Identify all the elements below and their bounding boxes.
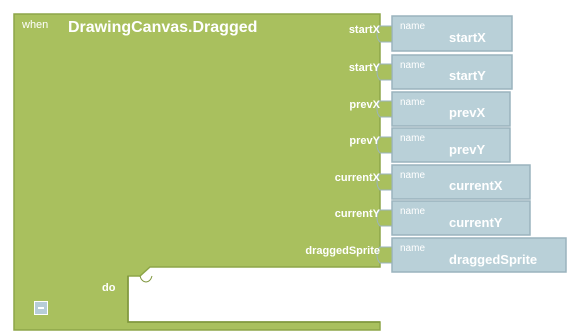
name-word-prevX: name (400, 97, 426, 108)
event-block-drawingcanvas-dragged[interactable]: when DrawingCanvas.Dragged startX startY… (0, 0, 570, 332)
name-value-prevX[interactable]: prevX (449, 106, 485, 119)
param-block-startX[interactable] (376, 15, 513, 52)
param-block-startY[interactable] (376, 54, 513, 90)
event-block-body (13, 13, 381, 331)
name-value-startY[interactable]: startY (449, 69, 486, 82)
name-word-startX: name (400, 21, 426, 32)
when-keyword: when (22, 19, 49, 31)
do-slot-notch (139, 275, 153, 283)
name-value-currentY[interactable]: currentY (449, 216, 502, 229)
param-label-draggedSprite: draggedSprite (305, 245, 380, 257)
name-word-currentX: name (400, 170, 426, 181)
param-label-startY: startY (348, 62, 380, 74)
do-slot[interactable] (127, 276, 380, 323)
name-word-draggedSprite: name (400, 243, 426, 254)
name-value-draggedSprite[interactable]: draggedSprite (449, 253, 537, 266)
param-label-startX: startX (348, 24, 380, 36)
param-label-prevX: prevX (349, 99, 380, 111)
param-label-currentY: currentY (334, 208, 380, 220)
event-name: DrawingCanvas.Dragged (68, 19, 258, 36)
collapse-toggle-icon[interactable] (34, 301, 48, 315)
param-block-prevX[interactable] (376, 91, 511, 127)
name-word-currentY: name (400, 206, 426, 217)
param-label-currentX: currentX (334, 172, 380, 184)
event-block-shape (13, 13, 567, 331)
param-block-prevY[interactable] (376, 127, 511, 163)
name-value-startX[interactable]: startX (449, 31, 486, 44)
do-keyword: do (102, 282, 116, 294)
name-word-startY: name (400, 60, 426, 71)
param-label-prevY: prevY (349, 135, 380, 147)
name-word-prevY: name (400, 133, 426, 144)
name-value-currentX[interactable]: currentX (449, 179, 502, 192)
name-value-prevY[interactable]: prevY (449, 143, 485, 156)
